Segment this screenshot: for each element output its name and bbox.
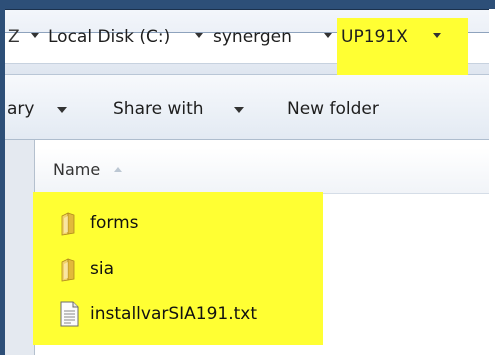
chevron-down-icon[interactable] [31,33,39,38]
folder-icon [61,258,75,282]
breadcrumb-truncated: Z [8,27,20,47]
file-name: installvarSIA191.txt [90,304,258,324]
chevron-down-icon[interactable] [324,33,332,38]
text-file-icon [60,301,79,327]
window-frame-top [0,0,495,10]
chevron-down-icon[interactable] [195,33,203,38]
navigation-pane[interactable] [5,140,35,355]
folder-icon [61,212,75,236]
breadcrumb-local-disk[interactable]: Local Disk (C:) [48,26,170,48]
sort-ascending-icon [114,167,122,172]
new-folder-button[interactable]: New folder [287,98,379,120]
chevron-down-icon[interactable] [57,107,67,113]
organize-library-button[interactable]: ary [7,98,34,120]
chevron-down-icon[interactable] [433,33,441,38]
file-name: forms [90,213,139,233]
file-name: sia [90,259,114,279]
breadcrumb-up191x[interactable]: UP191X [341,26,408,48]
window-frame-right [489,9,495,355]
breadcrumb-synergen[interactable]: synergen [213,26,292,48]
chevron-down-icon[interactable] [234,107,244,113]
explorer-window: Z Local Disk (C:) synergen UP191X ary Sh… [0,0,495,355]
column-header-row [35,148,489,194]
share-with-button[interactable]: Share with [113,98,204,120]
command-bar [5,75,489,140]
column-header-name[interactable]: Name [53,160,100,179]
